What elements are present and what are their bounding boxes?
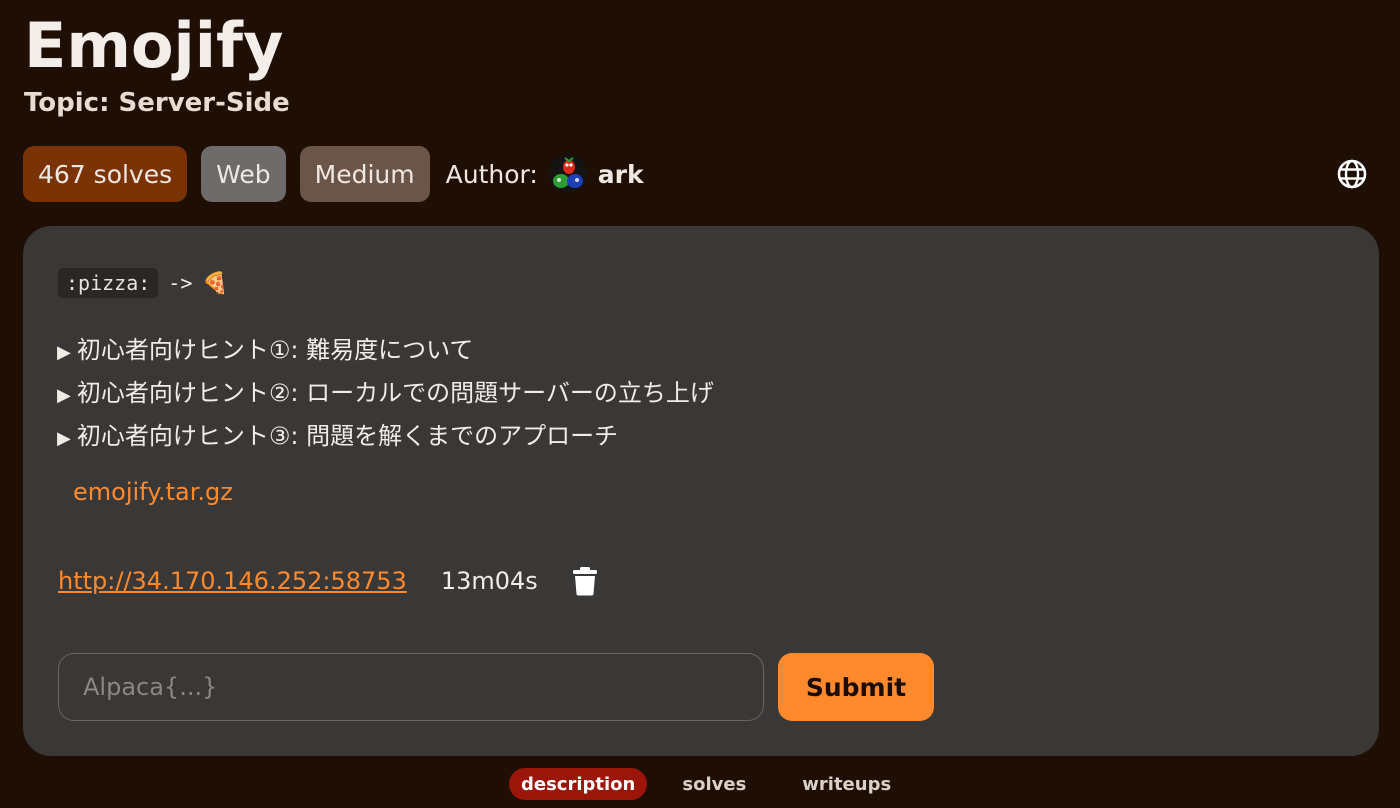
instance-row: http://34.170.146.252:58753 13m04s xyxy=(58,566,598,596)
hint-list: ▶ 初心者向けヒント①: 難易度について ▶ 初心者向けヒント②: ローカルでの問題… xyxy=(57,330,714,459)
triangle-right-icon: ▶ xyxy=(57,342,71,363)
author-name[interactable]: ark xyxy=(598,160,644,189)
hint-toggle-2[interactable]: ▶ 初心者向けヒント②: ローカルでの問題サーバーの立ち上げ xyxy=(57,373,714,416)
inline-code: :pizza: xyxy=(58,268,159,298)
author: Author: ark xyxy=(446,154,644,194)
difficulty-badge: Medium xyxy=(299,146,430,202)
hint-toggle-1[interactable]: ▶ 初心者向けヒント①: 難易度について xyxy=(57,330,714,373)
instance-timer: 13m04s xyxy=(440,567,538,595)
author-label: Author: xyxy=(445,159,538,189)
arrow-text: -> xyxy=(168,271,193,295)
hint-label: 初心者向けヒント②: ローカルでの問題サーバーの立ち上げ xyxy=(76,379,714,407)
triangle-right-icon: ▶ xyxy=(57,385,71,406)
challenge-title: Emojify xyxy=(24,9,284,82)
tab-solves[interactable]: solves xyxy=(661,768,767,800)
pizza-emoji: 🍕 xyxy=(202,270,229,295)
challenge-meta: 467 solves Web Medium Author: ark xyxy=(23,146,644,202)
triangle-right-icon: ▶ xyxy=(57,428,71,449)
tab-description[interactable]: description xyxy=(509,768,648,800)
challenge-topic: Topic: Server-Side xyxy=(24,88,290,118)
solves-badge: 467 solves xyxy=(23,146,188,202)
hint-label: 初心者向けヒント①: 難易度について xyxy=(76,336,474,364)
avatar xyxy=(548,155,587,193)
challenge-tabs: description solves writeups xyxy=(509,768,912,800)
flag-input[interactable] xyxy=(58,653,764,721)
challenge-card: :pizza: -> 🍕 ▶ 初心者向けヒント①: 難易度について ▶ 初心者向けヒ… xyxy=(23,226,1379,756)
trash-icon[interactable] xyxy=(572,566,598,596)
submit-button[interactable]: Submit xyxy=(778,653,934,721)
tab-writeups[interactable]: writeups xyxy=(781,768,912,800)
hint-toggle-3[interactable]: ▶ 初心者向けヒント③: 問題を解くまでのアプローチ xyxy=(57,416,714,459)
instance-url-link[interactable]: http://34.170.146.252:58753 xyxy=(58,567,407,595)
download-file-link[interactable]: emojify.tar.gz xyxy=(73,478,233,506)
category-badge: Web xyxy=(201,146,286,202)
hint-label: 初心者向けヒント③: 問題を解くまでのアプローチ xyxy=(76,422,619,450)
globe-icon[interactable] xyxy=(1336,158,1368,190)
description-intro: :pizza: -> 🍕 xyxy=(58,268,229,298)
